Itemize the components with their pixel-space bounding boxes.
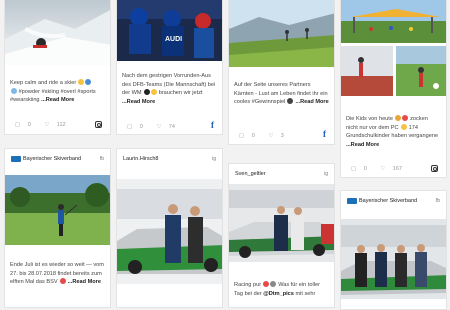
post-photo	[117, 179, 222, 284]
post-caption: Racing pur Was für ein toller Tag bei de…	[234, 281, 320, 297]
post-card[interactable]: Keep calm and ride a skier #powder #skii…	[4, 0, 111, 135]
post-caption: Nach dem gestrigen Vorrunden-Aus des DFB…	[122, 73, 216, 105]
post-header: Laurin.Hirsch8 ig	[123, 155, 216, 165]
heart-icon: ♡	[268, 133, 274, 139]
post-caption: Keep calm and ride a skier #powder #skii…	[10, 79, 96, 104]
post-photo	[341, 0, 446, 43]
author-name[interactable]: Bayerischer Skiverband	[359, 198, 417, 204]
post-stats: ▢ 0 ♡ 112	[15, 122, 78, 128]
author-name[interactable]: Sven_geltler	[235, 171, 266, 177]
emoji-icon	[10, 87, 17, 94]
post-header: Bayerischer Skiverband fb	[11, 155, 104, 165]
mention-link[interactable]: @Dtm_pics	[263, 291, 294, 297]
heart-icon: ♡	[380, 166, 386, 172]
emoji-icon	[402, 115, 409, 121]
comment-icon: ▢	[15, 122, 21, 128]
post-card[interactable]: Auf der Seite unseres Partners Kärnten -…	[228, 0, 335, 145]
read-more-link[interactable]: ...Read More	[122, 99, 155, 105]
read-more-link[interactable]: ...Read More	[346, 142, 379, 148]
facebook-icon[interactable]: f	[211, 120, 214, 130]
source-badge: ig	[324, 171, 328, 177]
post-stats: ▢ 0 ♡ 3	[239, 133, 284, 139]
comment-icon: ▢	[351, 166, 357, 172]
post-caption: Die Kids von heute zocken nicht nur vor …	[346, 115, 439, 148]
post-card[interactable]: Laurin.Hirsch8 ig	[116, 148, 223, 308]
post-card[interactable]: Bayerischer Skiverband fb	[340, 190, 447, 310]
comment-icon: ▢	[239, 133, 245, 139]
comment-icon: ▢	[127, 124, 133, 130]
emoji-icon	[263, 281, 270, 287]
source-badge: fb	[435, 198, 440, 204]
post-caption: Ende Juli ist es wieder so weit — vom 27…	[10, 262, 104, 286]
post-caption: Auf der Seite unseres Partners Kärnten -…	[234, 82, 329, 106]
emoji-icon	[59, 278, 66, 285]
skiverband-logo	[11, 156, 21, 162]
post-photo	[229, 0, 334, 67]
facebook-icon[interactable]: f	[323, 129, 326, 139]
heart-icon: ♡	[44, 122, 50, 128]
read-more-link[interactable]: ...Read More	[68, 279, 101, 285]
post-photo	[229, 184, 334, 262]
like-count: ♡ 112	[44, 122, 66, 128]
flag-icon	[143, 89, 150, 96]
post-header: Bayerischer Skiverband fb	[347, 197, 440, 207]
emoji-icon	[400, 123, 407, 130]
social-wall: Keep calm and ride a skier #powder #skii…	[0, 0, 450, 310]
emoji-icon	[150, 89, 157, 96]
post-photo	[5, 0, 110, 65]
emoji-icon	[395, 115, 402, 121]
comment-count: ▢ 0	[15, 122, 31, 128]
post-photo	[341, 219, 446, 299]
post-card[interactable]: AUDI Nach dem gestrigen Vorrunden-Aus de…	[116, 0, 223, 135]
post-stats: ▢ 0 ♡ 74	[127, 124, 175, 130]
emoji-icon	[78, 79, 85, 85]
post-card[interactable]: Bayerischer Skiverband fb Ende Juli ist …	[4, 148, 111, 308]
emoji-icon	[85, 79, 92, 85]
instagram-icon[interactable]	[95, 121, 102, 128]
post-card[interactable]: Sven_geltler ig Racing pur Was für ein t…	[228, 163, 335, 308]
emoji-icon	[287, 98, 294, 105]
post-header: Sven_geltler ig	[235, 170, 328, 180]
author-name[interactable]: Bayerischer Skiverband	[23, 156, 81, 162]
svg-text:AUDI: AUDI	[165, 36, 182, 43]
read-more-link[interactable]: ...Read More	[41, 97, 74, 103]
instagram-icon[interactable]	[431, 165, 438, 172]
post-photo: AUDI	[117, 0, 222, 61]
post-photo	[5, 175, 110, 245]
source-badge: ig	[212, 156, 216, 162]
post-stats: ▢ 0 ♡ 167	[351, 166, 402, 172]
source-badge: fb	[99, 156, 104, 162]
author-name[interactable]: Laurin.Hirsch8	[123, 156, 158, 162]
read-more-link[interactable]: ...Read More	[295, 99, 328, 105]
emoji-icon	[270, 281, 277, 287]
skiverband-logo	[347, 198, 357, 204]
heart-icon: ♡	[156, 124, 162, 130]
post-photo	[341, 46, 446, 96]
post-card[interactable]: Die Kids von heute zocken nicht nur vor …	[340, 0, 447, 178]
